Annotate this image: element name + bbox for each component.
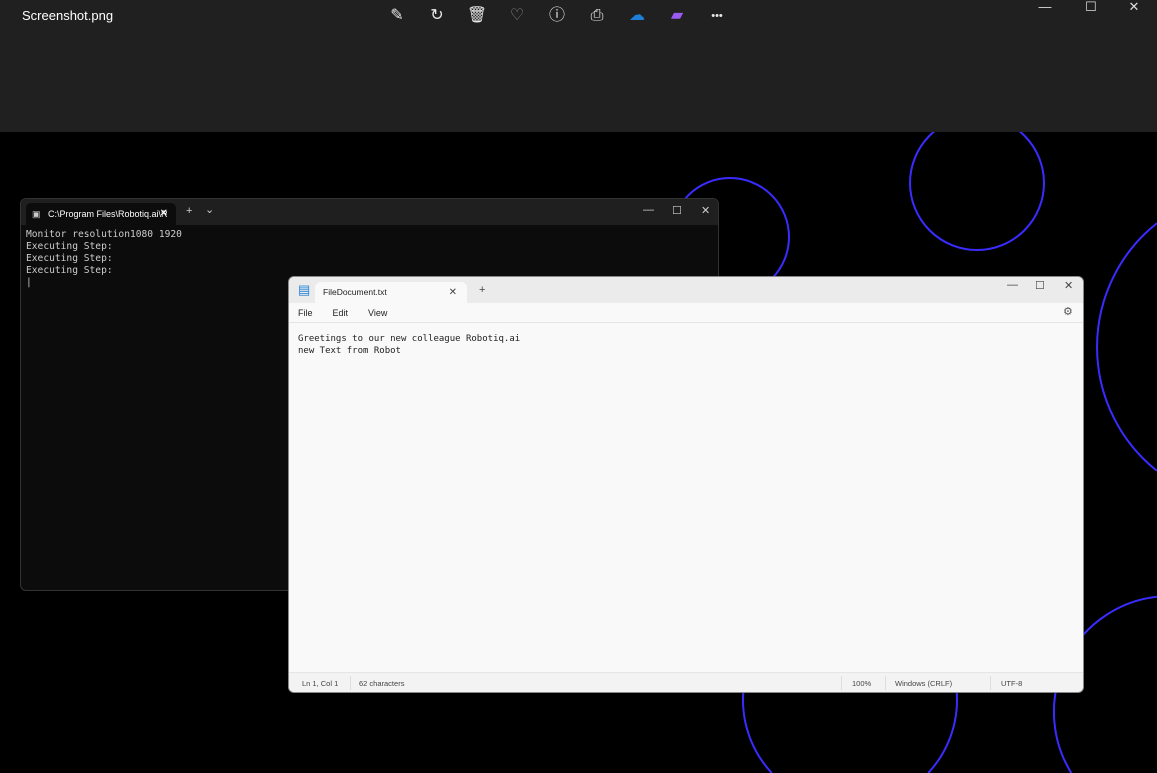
close-button[interactable]: ✕ [701,204,710,217]
close-tab-icon[interactable]: ✕ [160,203,168,225]
close-button[interactable]: ✕ [1111,0,1157,16]
terminal-tab[interactable]: ▣ C:\Program Files\Robotiq.ai\R ✕ [26,203,176,225]
menu-bar: File Edit View ⚙ [289,303,1083,323]
file-title: Screenshot.png [22,8,114,23]
rotate-icon[interactable]: ↻ [425,4,449,28]
line-ending[interactable]: Windows (CRLF) [895,679,952,688]
more-icon[interactable]: ••• [705,4,729,28]
favorite-heart-icon[interactable]: ♡ [505,4,529,28]
menu-view[interactable]: View [368,308,387,318]
delete-icon[interactable]: 🗑 [465,4,489,28]
new-tab-button[interactable]: + [186,205,192,217]
onedrive-off-icon[interactable]: ☁ [625,4,649,28]
maximize-button[interactable]: ☐ [1068,0,1114,16]
encoding[interactable]: UTF-8 [1001,679,1022,688]
notepad-tab[interactable]: FileDocument.txt ✕ [315,282,467,303]
close-button[interactable]: ✕ [1064,279,1073,292]
maximize-button[interactable]: ☐ [1035,279,1045,292]
settings-gear-icon[interactable]: ⚙ [1063,305,1073,318]
cursor-position: Ln 1, Col 1 [302,679,339,688]
notepad-tab-title: FileDocument.txt [323,287,387,297]
circle [909,132,1045,251]
clipchamp-icon[interactable]: ▰ [665,4,689,28]
minimize-button[interactable]: — [1022,0,1068,16]
tab-dropdown-button[interactable]: ⌄ [205,203,214,216]
terminal-tab-title: C:\Program Files\Robotiq.ai\R [48,209,168,219]
minimize-button[interactable]: — [643,204,654,216]
info-icon[interactable]: ⓘ [545,4,569,28]
edit-image-icon[interactable]: ✎ [385,4,409,28]
text-editor[interactable]: Greetings to our new colleague Robotiq.a… [289,323,1083,367]
minimize-button[interactable]: — [1007,279,1018,291]
photo-viewer-toolbar: Screenshot.png ✎ ↻ 🗑 ♡ ⓘ ⎙ ☁ ▰ ••• — ☐ ✕ [0,0,1157,132]
print-icon[interactable]: ⎙ [585,4,609,28]
close-tab-icon[interactable]: ✕ [449,282,457,303]
terminal-icon: ▣ [32,209,41,219]
notepad-icon: ▤ [298,282,311,297]
status-bar: Ln 1, Col 1 62 characters 100% Windows (… [289,672,1083,692]
menu-edit[interactable]: Edit [333,308,349,318]
new-tab-button[interactable]: + [479,284,485,296]
maximize-button[interactable]: ☐ [672,204,682,217]
zoom-level[interactable]: 100% [852,679,871,688]
character-count: 62 characters [359,679,405,688]
menu-file[interactable]: File [298,308,313,318]
notepad-window: ▤ FileDocument.txt ✕ + — ☐ ✕ File Edit V… [288,276,1084,693]
circle-arc [1096,222,1157,472]
